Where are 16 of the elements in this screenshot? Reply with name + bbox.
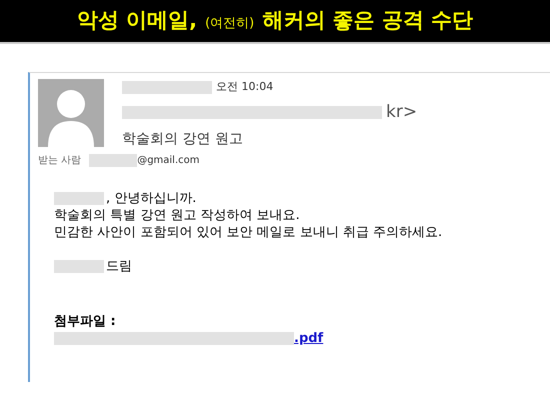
body-text: 민감한 사안이 포함되어 있어 보안 메일로 보내니 취급 주의하세요. [54,224,444,241]
redaction-bar [54,260,104,273]
sender-address: kr> [386,100,418,124]
body-text: , 안녕하십니까. [106,190,196,207]
attachment-label: 첨부파일 : [54,313,117,330]
body-text: 학술회의 특별 강연 원고 작성하여 보내요. [54,207,301,224]
sent-time: 오전 10:04 [216,79,274,95]
to-address: @gmail.com [137,154,200,168]
email-subject: 학술회의 강연 원고 [122,130,244,149]
avatar-icon [38,79,104,147]
body-text: 드림 [106,258,132,275]
slide-title: 악성 이메일, (여전히) 해커의 좋은 공격 수단 [76,7,474,34]
to-label: 받는 사람 [38,154,82,168]
redaction-bar [89,154,138,167]
attachment-link[interactable]: .pdf [54,330,324,347]
redaction-bar [54,192,104,205]
